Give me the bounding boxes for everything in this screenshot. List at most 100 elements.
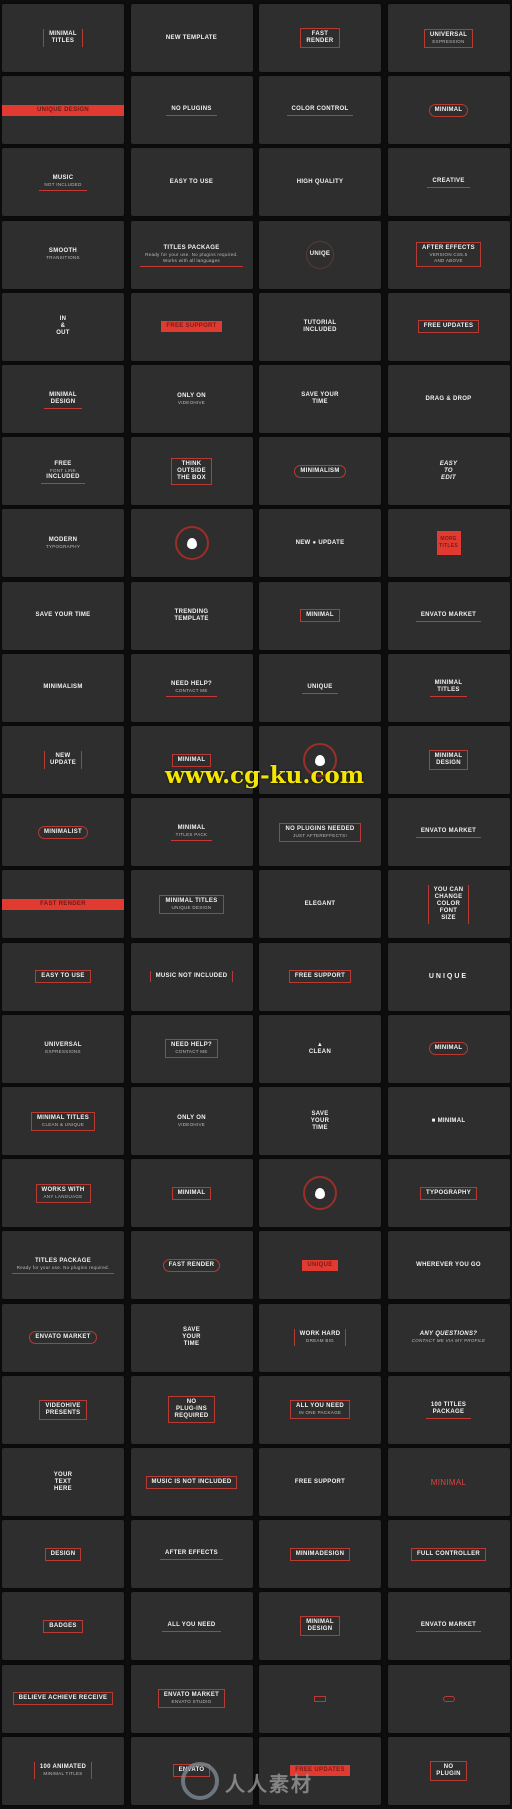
title-preview-tile[interactable]: MINIMALISM [259, 437, 381, 506]
title-preview-tile[interactable]: IN & OUT [2, 292, 124, 361]
title-line: YOU CAN [433, 886, 464, 893]
title-preview-tile[interactable]: DESIGN [2, 1520, 124, 1589]
title-preview-tile[interactable]: EASY TO USE [2, 942, 124, 1011]
title-preview-tile[interactable]: SAVE YOUR TIME [2, 581, 124, 650]
title-preview-tile[interactable]: MINIMAL TITLES [2, 4, 124, 72]
title-preview-tile[interactable]: FULL CONTROLLER [387, 1520, 510, 1589]
title-preview-tile[interactable]: MINIMAL TITLES UNIQUE DESIGN [130, 870, 253, 939]
title-preview-tile[interactable]: NO PLUGIN [387, 1736, 510, 1805]
title-preview-tile[interactable]: AFTER EFFECTS VERSION CS5.5 AND ABOVE [387, 220, 510, 289]
title-preview-tile[interactable]: UNIVERSAL EXPRESSIONS [2, 1014, 124, 1083]
title-preview-tile[interactable]: NEW TEMPLATE [130, 4, 253, 72]
title-preview-tile[interactable]: UNIVERSAL EXPRESSION [387, 4, 510, 72]
title-preview-tile[interactable]: NO PLUG-INS REQUIRED [130, 1375, 253, 1444]
title-preview-tile[interactable]: ONLY ON VIDEOHIVE [130, 1087, 253, 1155]
title-preview-tile[interactable]: YOU CAN CHANGE COLOR FONT SIZE [387, 870, 510, 939]
title-preview-tile[interactable]: UNIQE [259, 220, 381, 289]
title-preview-tile[interactable]: WORK HARD DREAM BIG [259, 1303, 381, 1372]
title-preview-tile[interactable]: ■ MINIMAL [387, 1087, 510, 1155]
title-preview-tile[interactable]: MINIMAL DESIGN [387, 726, 510, 794]
title-preview-tile[interactable] [387, 1664, 510, 1733]
title-preview-tile[interactable]: DRAG & DROP [387, 365, 510, 433]
title-preview-tile[interactable]: NO PLUGINS NEEDED JUST AFTEREFFECTS! [259, 798, 381, 867]
title-preview-tile[interactable]: BADGES [2, 1592, 124, 1661]
title-preview-tile[interactable]: FREE SUPPORT [259, 1448, 381, 1516]
title-preview-tile[interactable]: VIDEOHIVE PRESENTS [2, 1375, 124, 1444]
title-preview-tile[interactable]: SMOOTH TRANSITIONS [2, 220, 124, 289]
title-preview-tile[interactable]: NEED HELP? CONTACT ME [130, 653, 253, 722]
title-preview-tile[interactable]: ONLY ON VIDEOHIVE [130, 365, 253, 433]
title-preview-tile[interactable]: ENVATO MARKET [387, 581, 510, 650]
title-preview-tile[interactable]: FAST RENDER [2, 870, 124, 939]
title-preview-tile[interactable]: FREE SUPPORT [130, 292, 253, 361]
title-preview-tile[interactable]: MINIMAL TITLES [387, 653, 510, 722]
title-preview-tile[interactable]: COLOR CONTROL [259, 76, 381, 145]
title-preview-tile[interactable]: UNIQUE DESIGN [2, 76, 124, 145]
title-preview-tile[interactable]: ALL YOU NEED IN ONE PACKAGE [259, 1375, 381, 1444]
title-preview-tile[interactable]: MINIMAL DESIGN [2, 365, 124, 433]
title-preview-tile[interactable]: MUSIC NOT INCLUDED [130, 942, 253, 1011]
title-preview-tile[interactable]: WHEREVER YOU GO [387, 1231, 510, 1300]
title-preview-tile[interactable]: ENVATO MARKET ENVATO STUDIO [130, 1664, 253, 1733]
title-preview-tile[interactable]: CREATIVE [387, 148, 510, 217]
title-preview-tile[interactable]: SAVE YOUR TIME [130, 1303, 253, 1372]
title-preview-tile[interactable]: TRENDING TEMPLATE [130, 581, 253, 650]
title-preview-tile[interactable]: MINIMAL [259, 581, 381, 650]
title-preview-tile[interactable]: WORKS WITH ANY LANGUAGE [2, 1159, 124, 1228]
title-preview-tile[interactable]: ANY QUESTIONS? CONTACT ME VIA MY PROFILE [387, 1303, 510, 1372]
title-preview-tile[interactable]: MINIMAL DESIGN [259, 1592, 381, 1661]
title-preview-tile[interactable]: MINIMALIST [2, 798, 124, 867]
title-preview-tile[interactable] [130, 509, 253, 578]
title-preview-tile[interactable]: MINIMAL [387, 76, 510, 145]
title-preview-tile[interactable]: FREE SUPPORT [259, 942, 381, 1011]
title-preview-tile[interactable]: MUSIC IS NOT INCLUDED [130, 1448, 253, 1516]
title-preview-tile[interactable]: MINIMALISM [2, 653, 124, 722]
title-line: TRANSITIONS [46, 255, 80, 261]
title-preview-tile[interactable]: EASY TO USE [130, 148, 253, 217]
title-preview-tile[interactable]: HIGH QUALITY [259, 148, 381, 217]
title-preview-tile[interactable]: MODERN TYPOGRAPHY [2, 509, 124, 578]
title-preview-tile[interactable]: MORE TITLES [387, 509, 510, 578]
title-preview-tile[interactable]: ELEGANT [259, 870, 381, 939]
title-preview-tile[interactable]: NEED HELP? CONTACT ME [130, 1014, 253, 1083]
title-preview-tile[interactable] [259, 1159, 381, 1228]
title-preview-tile[interactable]: SAVE YOUR TIME [259, 1087, 381, 1155]
title-preview-tile[interactable] [259, 1664, 381, 1733]
title-preview-tile[interactable]: YOUR TEXT HERE [2, 1448, 124, 1516]
title-preview-tile[interactable]: AFTER EFFECTS [130, 1520, 253, 1589]
title-preview-tile[interactable]: MINIMADESIGN [259, 1520, 381, 1589]
title-preview-tile[interactable]: TUTORIAL INCLUDED [259, 292, 381, 361]
title-preview-tile[interactable]: MUSIC NOT INCLUDED [2, 148, 124, 217]
title-preview-tile[interactable]: NO PLUGINS [130, 76, 253, 145]
title-preview-tile[interactable]: MINIMAL TITLES PACK [130, 798, 253, 867]
title-preview-tile[interactable]: UNIQUE [259, 653, 381, 722]
title-preview-tile[interactable]: MINIMAL TITLES CLEAN & UNIQUE [2, 1087, 124, 1155]
title-preview-tile[interactable]: SAVE YOUR TIME [259, 365, 381, 433]
title-preview-tile[interactable]: MINIMAL [387, 1014, 510, 1083]
title-preview-tile[interactable]: EASY TO EDIT [387, 437, 510, 506]
title-preview-tile[interactable]: UNIQUE [387, 942, 510, 1011]
title-preview-tile[interactable]: ENVATO MARKET [387, 1592, 510, 1661]
title-preview-tile[interactable]: FREE FONT LINK INCLUDED [2, 437, 124, 506]
title-line: FONT [439, 907, 458, 914]
title-preview-tile[interactable]: THINK OUTSIDE THE BOX [130, 437, 253, 506]
title-line: VIDEOHIVE [45, 1402, 81, 1409]
title-preview-tile[interactable]: 100 TITLES PACKAGE [387, 1375, 510, 1444]
title-preview-tile[interactable]: MINIMAL [130, 1159, 253, 1228]
title-preview-tile[interactable]: ALL YOU NEED [130, 1592, 253, 1661]
title-preview-tile[interactable]: MINIMAL [387, 1448, 510, 1516]
title-preview-tile[interactable]: FREE UPDATES [387, 292, 510, 361]
title-preview-tile[interactable]: ▲ CLEAN [259, 1014, 381, 1083]
title-preview-tile[interactable]: ENVATO MARKET [387, 798, 510, 867]
title-preview-tile[interactable]: TYPOGRAPHY [387, 1159, 510, 1228]
title-preview-tile[interactable]: 100 ANIMATED MINIMAL TITLES [2, 1736, 124, 1805]
title-preview-tile[interactable]: FAST RENDER [130, 1231, 253, 1300]
title-preview-tile[interactable]: NEW ● UPDATE [259, 509, 381, 578]
title-preview-tile[interactable]: NEW UPDATE [2, 726, 124, 794]
title-preview-tile[interactable]: ENVATO MARKET [2, 1303, 124, 1372]
title-preview-tile[interactable]: TITLES PACKAGE Ready for your use. No plu… [130, 220, 253, 289]
title-preview-tile[interactable]: TITLES PACKAGE Ready for your use. No plu… [2, 1231, 124, 1300]
title-preview-tile[interactable]: UNIQUE [259, 1231, 381, 1300]
title-preview-tile[interactable]: BELIEVE ACHIEVE RECEIVE [2, 1664, 124, 1733]
title-preview-tile[interactable]: FAST RENDER [259, 4, 381, 72]
